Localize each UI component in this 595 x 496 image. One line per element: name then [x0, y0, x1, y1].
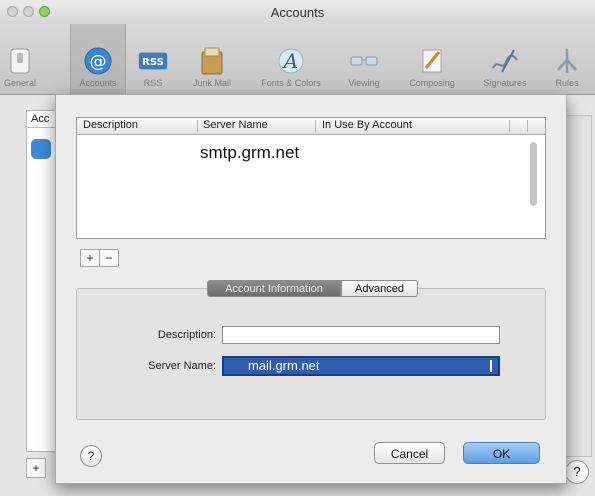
tab-advanced[interactable]: Advanced: [341, 280, 418, 297]
description-field[interactable]: [222, 326, 500, 344]
window-titlebar: Accounts: [0, 0, 595, 25]
add-server-button[interactable]: +: [80, 249, 100, 267]
add-account-button[interactable]: +: [26, 458, 46, 478]
junk-mail-bin-icon: [197, 46, 227, 76]
general-switch-icon: [5, 46, 35, 76]
tab-content-box: [76, 288, 546, 420]
table-row-server-name[interactable]: smtp.grm.net: [200, 143, 299, 163]
description-label: Description:: [157, 329, 216, 341]
server-name-value: mail.grm.net: [248, 358, 320, 373]
background-help-button[interactable]: ?: [565, 460, 589, 484]
toolbar-rules[interactable]: Rules: [544, 24, 590, 94]
table-scrollbar[interactable]: [530, 142, 537, 206]
ok-button[interactable]: OK: [463, 442, 540, 464]
text-cursor: [490, 360, 492, 372]
fonts-colors-icon: A: [276, 46, 306, 76]
toolbar-composing[interactable]: Composing: [396, 24, 468, 94]
column-divider: [527, 120, 528, 132]
column-divider: [197, 120, 198, 132]
preferences-toolbar: General @ Accounts RSS RSS Junk Mail A F…: [0, 24, 595, 95]
server-name-field[interactable]: mail.grm.net: [222, 356, 500, 376]
remove-server-button[interactable]: −: [99, 249, 119, 267]
column-header-in-use[interactable]: In Use By Account: [322, 119, 412, 131]
tab-account-information[interactable]: Account Information: [207, 280, 341, 297]
pencil-paper-icon: [417, 46, 447, 76]
glasses-icon: [349, 46, 379, 76]
column-divider: [315, 120, 316, 132]
rss-icon: RSS: [138, 46, 168, 76]
svg-text:A: A: [282, 49, 298, 73]
column-header-description[interactable]: Description: [83, 119, 138, 131]
svg-text:@: @: [90, 52, 107, 72]
at-sign-icon: @: [83, 46, 113, 76]
mail-account-icon: [31, 139, 51, 159]
smtp-server-table[interactable]: Description Server Name In Use By Accoun…: [76, 117, 546, 239]
table-header: Description Server Name In Use By Accoun…: [77, 118, 545, 135]
toolbar-viewing[interactable]: Viewing: [338, 24, 390, 94]
column-header-server-name[interactable]: Server Name: [203, 119, 268, 131]
server-name-label: Server Name:: [148, 360, 216, 372]
toolbar-fonts-colors[interactable]: A Fonts & Colors: [246, 24, 336, 94]
toolbar-signatures[interactable]: Signatures: [470, 24, 540, 94]
rules-icon: [552, 46, 582, 76]
window-title: Accounts: [270, 5, 325, 20]
cancel-button[interactable]: Cancel: [374, 442, 445, 464]
svg-text:RSS: RSS: [142, 57, 164, 68]
toolbar-rss[interactable]: RSS RSS: [131, 24, 175, 94]
help-button[interactable]: ?: [80, 445, 102, 467]
toolbar-accounts[interactable]: @ Accounts: [70, 24, 126, 94]
signature-pen-icon: [490, 46, 520, 76]
toolbar-junk-mail[interactable]: Junk Mail: [180, 24, 244, 94]
toolbar-general[interactable]: General: [0, 24, 40, 94]
column-divider: [509, 120, 510, 132]
smtp-server-sheet: Description Server Name In Use By Accoun…: [55, 94, 567, 484]
